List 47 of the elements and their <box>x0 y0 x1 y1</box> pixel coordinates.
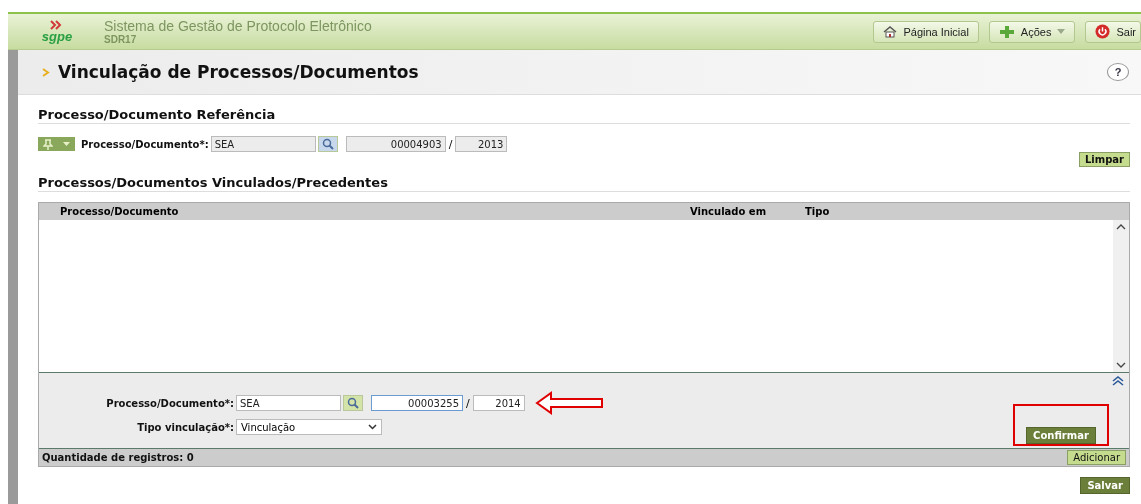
field-label: Processo/Documento*: <box>105 397 234 409</box>
actions-menu-button[interactable]: Ações <box>988 20 1076 43</box>
collapse-icon[interactable] <box>1112 376 1124 386</box>
field-label: Processo/Documento*: <box>81 138 209 150</box>
caret-icon <box>1057 29 1066 34</box>
section-heading: Processo/Documento Referência <box>38 107 1130 124</box>
add-button[interactable]: Adicionar <box>1067 450 1126 465</box>
search-button[interactable] <box>343 395 363 411</box>
chevron-down-icon <box>368 424 377 430</box>
search-icon <box>321 138 334 150</box>
type-field[interactable]: SEA <box>210 136 316 152</box>
scroll-up-icon <box>1116 224 1126 230</box>
caret-icon <box>63 142 70 146</box>
house-icon <box>883 25 898 38</box>
plus-icon <box>998 24 1015 39</box>
column-header: Vinculado em <box>690 206 768 217</box>
column-header: Processo/Documento <box>60 206 180 217</box>
number-field[interactable]: 00004903 <box>345 136 446 152</box>
save-button[interactable]: Salvar <box>1080 477 1130 494</box>
record-count: Quantidade de registros: 0 <box>42 452 194 463</box>
separator: / <box>466 396 470 410</box>
app-title: Sistema de Gestão de Protocolo Eletrônico <box>104 18 373 34</box>
search-icon <box>347 397 359 409</box>
separator: / <box>448 137 453 151</box>
scroll-down-icon <box>1116 362 1126 368</box>
clear-button[interactable]: Limpar <box>1078 152 1130 167</box>
help-button[interactable]: ? <box>1107 63 1129 81</box>
type-field[interactable]: SEA <box>236 395 341 411</box>
chevron-icon <box>42 67 50 77</box>
year-field[interactable]: 2013 <box>455 136 508 152</box>
number-field[interactable]: 00003255 <box>371 395 463 411</box>
home-button[interactable]: Página Inicial <box>873 20 979 43</box>
year-field[interactable]: 2014 <box>472 395 525 411</box>
pin-icon <box>43 138 53 150</box>
link-type-select[interactable]: Vinculação <box>236 419 382 435</box>
logo-text: sgpe <box>41 30 73 43</box>
field-label: Tipo vinculação*: <box>136 421 234 433</box>
exit-button[interactable]: Sair <box>1085 20 1141 43</box>
arrow-icon <box>534 391 605 415</box>
chevrons-icon <box>50 20 64 30</box>
section-heading: Processos/Documentos Vinculados/Precedentes <box>38 175 1130 192</box>
power-icon <box>1095 24 1111 39</box>
page-title: Vinculação de Processos/Documentos <box>58 62 420 82</box>
column-header: Tipo <box>805 206 831 217</box>
search-button[interactable] <box>317 136 338 152</box>
app-subtitle: SDR17 <box>104 34 138 45</box>
confirm-button[interactable]: Confirmar <box>1026 427 1096 444</box>
